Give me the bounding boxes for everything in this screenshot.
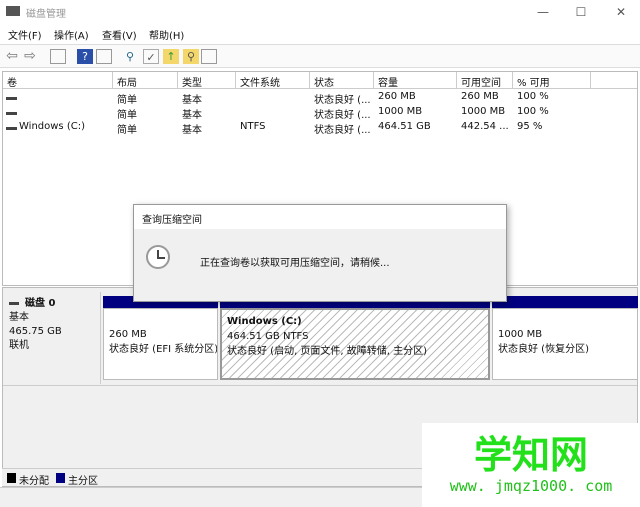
panel2-icon[interactable] — [96, 49, 112, 64]
partition-status: 状态良好 (启动, 页面文件, 故障转储, 主分区) — [227, 346, 428, 357]
volume-icon — [6, 112, 17, 115]
watermark-url: www. jmqz1000. com — [449, 477, 613, 495]
minimize-button[interactable]: — — [528, 3, 558, 21]
cell-type: 基本 — [182, 110, 202, 121]
disk-name: 磁盘 0 — [25, 298, 56, 309]
menu-view[interactable]: 查看(V) — [102, 27, 137, 42]
cell-filesystem: NTFS — [240, 121, 266, 132]
cell-status: 状态良好 (... — [314, 95, 371, 106]
cell-layout: 简单 — [117, 95, 137, 106]
cell-status: 状态良好 (... — [314, 110, 371, 121]
partition-status: 状态良好 (EFI 系统分区) — [109, 344, 218, 355]
col-status[interactable]: 状态 — [310, 72, 374, 89]
disk-type: 基本 — [9, 312, 29, 323]
connect-icon[interactable]: ⚲ — [122, 49, 138, 64]
panel-icon[interactable] — [50, 49, 66, 64]
query-shrink-dialog: 查询压缩空间 正在查询卷以获取可用压缩空间，请稍候... — [133, 204, 507, 302]
cell-percent: 100 % — [517, 106, 549, 117]
forward-icon[interactable]: ⇨ — [22, 49, 38, 64]
properties-icon[interactable] — [201, 49, 217, 64]
legend-primary: 主分区 — [68, 476, 98, 487]
toolbar: ⇦ ⇨ ? ⚲ ✓ ↑ ⚲ — [0, 44, 640, 68]
disk-state: 联机 — [9, 340, 29, 351]
folder-search-icon[interactable]: ⚲ — [183, 49, 199, 64]
partition-size: 1000 MB — [498, 329, 543, 340]
col-percent-free[interactable]: % 可用 — [513, 72, 591, 89]
cell-capacity: 260 MB — [378, 91, 416, 102]
folder-up-icon[interactable]: ↑ — [163, 49, 179, 64]
disk-icon — [9, 301, 19, 305]
col-filesystem[interactable]: 文件系统 — [236, 72, 310, 89]
col-free-space[interactable]: 可用空间 — [457, 72, 513, 89]
col-empty — [591, 72, 637, 89]
legend-primary-swatch — [56, 473, 65, 483]
partition-recovery[interactable]: 1000 MB 状态良好 (恢复分区) — [492, 308, 638, 380]
cell-status: 状态良好 (... — [314, 125, 371, 136]
help-icon[interactable]: ? — [77, 49, 93, 64]
partition-size: 464.51 GB NTFS — [227, 331, 309, 342]
menu-action[interactable]: 操作(A) — [54, 27, 89, 42]
close-button[interactable]: ✕ — [606, 3, 636, 21]
cell-free: 442.54 ... — [461, 121, 509, 132]
cell-type: 基本 — [182, 95, 202, 106]
partition-title: Windows (C:) — [227, 316, 302, 327]
menu-bar: 文件(F) 操作(A) 查看(V) 帮助(H) — [0, 24, 640, 44]
cell-free: 1000 MB — [461, 106, 506, 117]
legend-unallocated-swatch — [7, 473, 16, 483]
cell-capacity: 464.51 GB — [378, 121, 431, 132]
partition-size: 260 MB — [109, 329, 147, 340]
watermark: 学知网 www. jmqz1000. com — [422, 423, 640, 507]
clock-icon — [146, 245, 170, 269]
disk-size: 465.75 GB — [9, 326, 62, 337]
table-row[interactable]: 简单 基本 状态良好 (... 260 MB 260 MB 100 % — [3, 91, 637, 106]
dialog-title: 查询压缩空间 — [134, 205, 506, 229]
cell-percent: 95 % — [517, 121, 543, 132]
disk-0-label[interactable]: 磁盘 0 基本 465.75 GB 联机 — [4, 292, 101, 384]
cell-percent: 100 % — [517, 91, 549, 102]
menu-help[interactable]: 帮助(H) — [149, 27, 184, 42]
cell-layout: 简单 — [117, 125, 137, 136]
cell-free: 260 MB — [461, 91, 499, 102]
title-bar: 磁盘管理 — ☐ ✕ — [0, 0, 640, 24]
partition-efi[interactable]: 260 MB 状态良好 (EFI 系统分区) — [103, 308, 218, 380]
cell-capacity: 1000 MB — [378, 106, 423, 117]
col-volume[interactable]: 卷 — [3, 72, 113, 89]
menu-file[interactable]: 文件(F) — [8, 27, 42, 42]
cell-volume: Windows (C:) — [19, 121, 85, 132]
table-row[interactable]: Windows (C:) 简单 基本 NTFS 状态良好 (... 464.51… — [3, 121, 637, 136]
maximize-button[interactable]: ☐ — [566, 3, 596, 21]
cell-layout: 简单 — [117, 110, 137, 121]
window-title: 磁盘管理 — [26, 9, 66, 20]
table-row[interactable]: 简单 基本 状态良好 (... 1000 MB 1000 MB 100 % — [3, 106, 637, 121]
partition-windows-c[interactable]: Windows (C:) 464.51 GB NTFS 状态良好 (启动, 页面… — [220, 308, 490, 380]
partition-status: 状态良好 (恢复分区) — [498, 344, 589, 355]
cell-type: 基本 — [182, 125, 202, 136]
col-capacity[interactable]: 容量 — [374, 72, 457, 89]
check-icon[interactable]: ✓ — [143, 49, 159, 64]
dialog-message: 正在查询卷以获取可用压缩空间，请稍候... — [200, 258, 390, 269]
watermark-name: 学知网 — [473, 433, 588, 477]
volume-icon — [6, 97, 17, 100]
legend-unallocated: 未分配 — [19, 476, 49, 487]
back-icon[interactable]: ⇦ — [4, 49, 20, 64]
disk-management-icon — [6, 6, 20, 16]
col-layout[interactable]: 布局 — [113, 72, 178, 89]
col-type[interactable]: 类型 — [178, 72, 236, 89]
